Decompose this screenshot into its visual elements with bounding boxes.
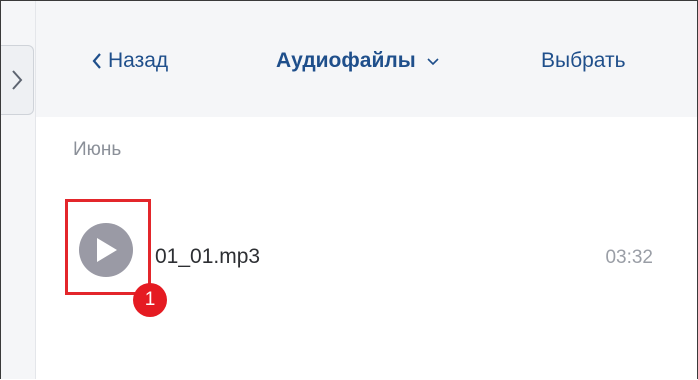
chevron-left-icon bbox=[92, 53, 101, 69]
side-panel-toggle[interactable] bbox=[1, 45, 34, 115]
back-button-label: Назад bbox=[108, 49, 169, 72]
file-name[interactable]: 01_01.mp3 bbox=[155, 245, 260, 269]
month-section-label: Июнь bbox=[73, 139, 122, 160]
header-bar: Назад Аудиофайлы Выбрать bbox=[36, 1, 697, 117]
page-title: Аудиофайлы bbox=[276, 49, 416, 72]
chevron-down-icon bbox=[427, 58, 439, 66]
play-icon bbox=[97, 238, 117, 262]
folder-title-dropdown[interactable]: Аудиофайлы bbox=[276, 43, 440, 79]
chevron-right-icon bbox=[12, 70, 23, 90]
app-window: Назад Аудиофайлы Выбрать Июнь 1 01_01.mp… bbox=[0, 0, 698, 379]
select-button-label: Выбрать bbox=[541, 49, 626, 72]
play-button[interactable] bbox=[79, 223, 133, 277]
select-button[interactable]: Выбрать bbox=[541, 43, 626, 79]
back-button[interactable]: Назад bbox=[92, 43, 168, 79]
list-item[interactable]: 1 01_01.mp3 03:32 bbox=[37, 199, 677, 317]
callout-badge: 1 bbox=[133, 283, 167, 317]
file-duration: 03:32 bbox=[605, 247, 653, 268]
